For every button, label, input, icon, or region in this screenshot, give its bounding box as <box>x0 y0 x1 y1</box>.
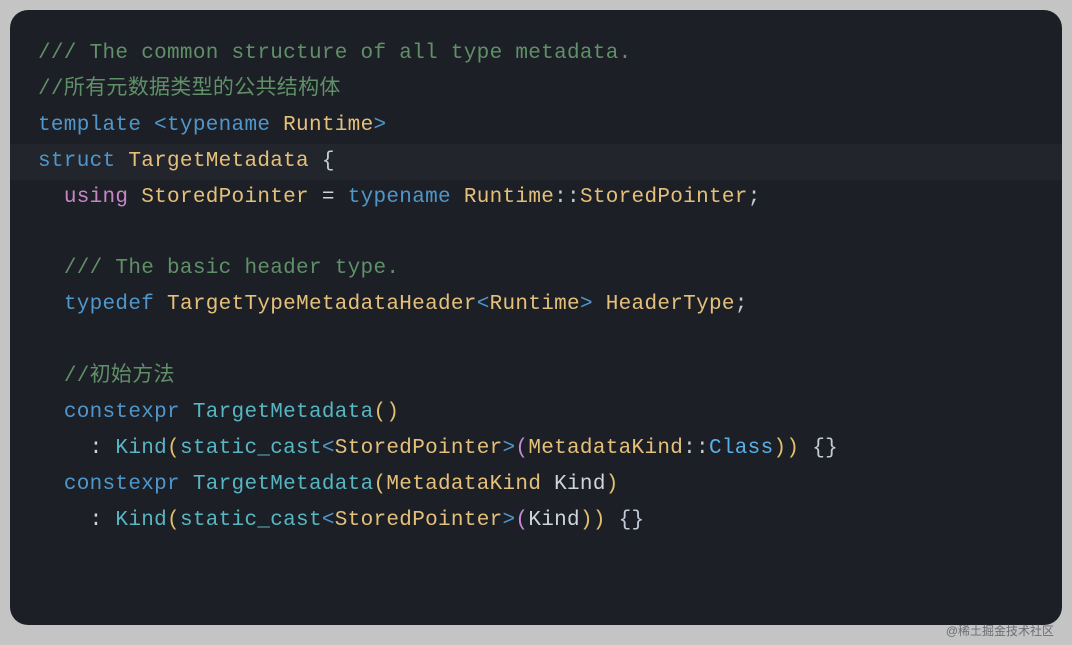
code-line-8: typedef TargetTypeMetadataHeader<Runtime… <box>38 287 1034 323</box>
code-line-5: using StoredPointer = typename Runtime::… <box>38 180 1034 216</box>
code-line-13: constexpr TargetMetadata(MetadataKind Ki… <box>38 467 1034 503</box>
code-line-14: : Kind(static_cast<StoredPointer>(Kind))… <box>38 503 1034 539</box>
code-line-1: /// The common structure of all type met… <box>38 36 1034 72</box>
watermark-text: @稀土掘金技术社区 <box>946 622 1054 639</box>
code-block: /// The common structure of all type met… <box>10 10 1062 625</box>
code-line-11: constexpr TargetMetadata() <box>38 395 1034 431</box>
code-line-3: template <typename Runtime> <box>38 108 1034 144</box>
code-line-10: //初始方法 <box>38 359 1034 395</box>
code-line-7: /// The basic header type. <box>38 251 1034 287</box>
code-line-4: struct TargetMetadata { <box>10 144 1062 180</box>
code-line-2: //所有元数据类型的公共结构体 <box>38 72 1034 108</box>
code-line-6 <box>38 216 1034 252</box>
code-line-12: : Kind(static_cast<StoredPointer>(Metada… <box>38 431 1034 467</box>
code-line-9 <box>38 323 1034 359</box>
